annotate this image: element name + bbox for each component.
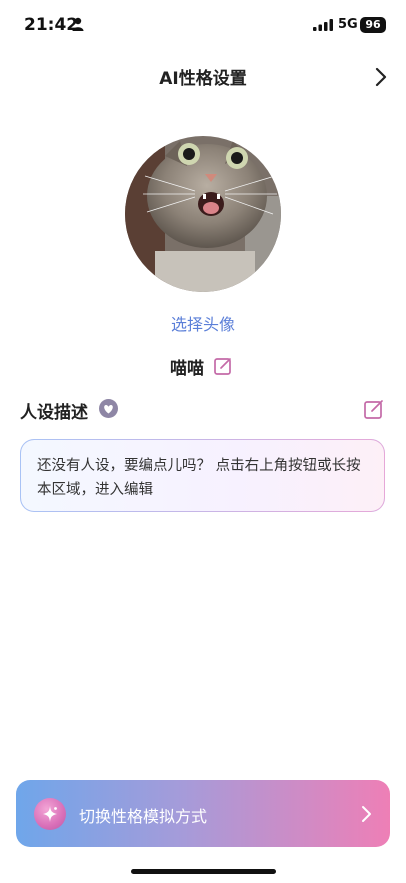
status-time: 21:42 — [24, 15, 79, 35]
switch-personality-label: 切换性格模拟方式 — [79, 807, 208, 826]
status-bar: 21:42 5G 96 — [0, 0, 406, 50]
heart-icon — [99, 399, 118, 418]
battery-indicator: 96 — [360, 17, 386, 33]
edit-icon[interactable] — [363, 398, 385, 420]
edit-icon[interactable] — [213, 356, 233, 376]
sparkle-icon — [43, 806, 57, 822]
sparkle-badge — [34, 798, 66, 830]
persona-placeholder: 还没有人设，要编点儿吗？ 点击右上角按钮或长按本区域，进入编辑 — [37, 458, 361, 498]
chevron-right-icon[interactable] — [374, 67, 388, 87]
avatar[interactable] — [125, 136, 281, 292]
page-title: AI性格设置 — [159, 69, 247, 89]
switch-personality-mode-button[interactable]: 切换性格模拟方式 — [16, 780, 390, 847]
home-indicator — [131, 869, 276, 874]
signal-icon — [313, 19, 333, 31]
persona-title: 人设描述 — [20, 403, 88, 423]
cat-photo — [125, 136, 281, 292]
person-icon — [72, 17, 84, 31]
chevron-right-icon — [362, 806, 371, 822]
character-name: 喵喵 — [170, 359, 204, 379]
choose-avatar-link[interactable]: 选择头像 — [0, 311, 406, 335]
persona-description-area[interactable]: 还没有人设，要编点儿吗？ 点击右上角按钮或长按本区域，进入编辑 — [20, 439, 385, 512]
network-type: 5G — [338, 17, 358, 32]
